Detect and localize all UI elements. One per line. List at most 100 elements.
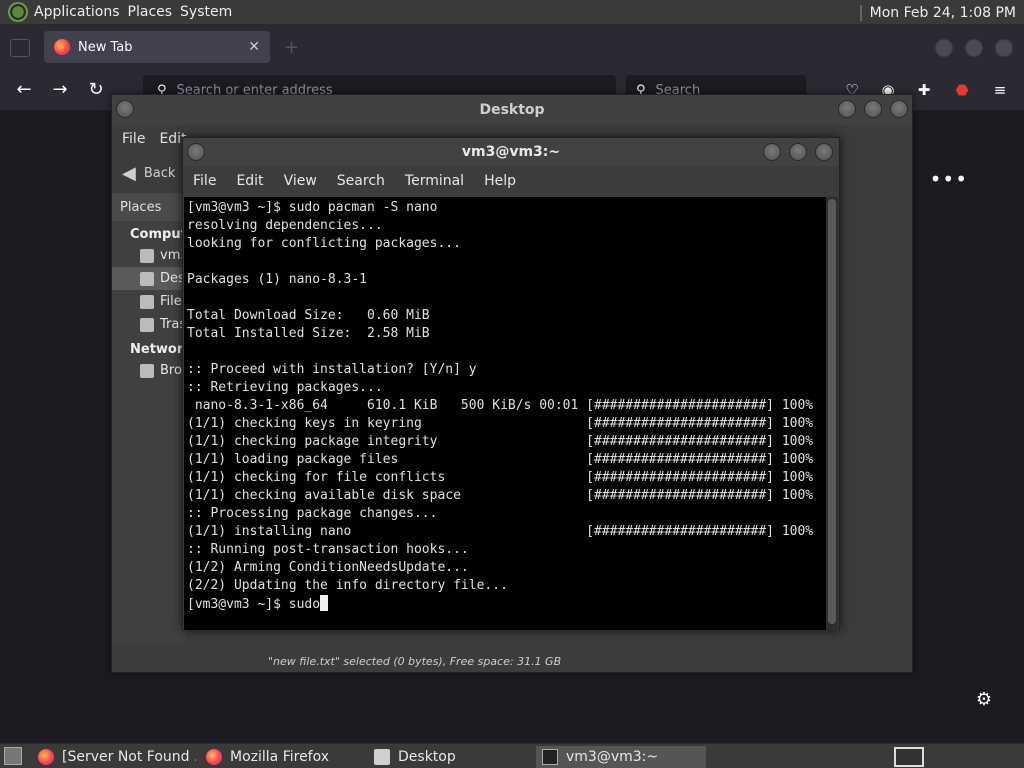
terminal-line: nano-8.3-1-x86_64 610.1 KiB 500 KiB/s 00…: [187, 398, 814, 413]
menu-help[interactable]: Help: [484, 173, 516, 189]
menu-file[interactable]: File: [193, 173, 216, 189]
places-menu[interactable]: Places: [128, 4, 181, 20]
terminal-line: :: Processing package changes...: [187, 506, 438, 521]
taskbar-item-desktop[interactable]: Desktop: [368, 746, 532, 768]
maximize-icon[interactable]: [965, 39, 983, 57]
taskbar-item-label: Desktop: [398, 749, 456, 765]
menu-edit[interactable]: Edit: [236, 173, 263, 189]
taskbar-item-label: [Server Not Found ...: [62, 749, 196, 765]
firefox-icon: [38, 749, 54, 765]
file-manager-title: Desktop: [479, 102, 545, 118]
applications-menu[interactable]: Applications: [34, 4, 128, 20]
terminal-prompt-line: [vm3@vm3 ~]$ sudo: [187, 595, 827, 613]
terminal-line: Total Installed Size: 2.58 MiB: [187, 326, 430, 341]
terminal-line: Packages (1) nano-8.3-1: [187, 272, 368, 287]
extensions-icon[interactable]: ✚: [912, 78, 936, 102]
top-menu: Applications Places System: [0, 0, 240, 24]
show-desktop-icon[interactable]: [4, 747, 22, 765]
terminal-icon: [542, 749, 558, 765]
back-button-label[interactable]: Back: [144, 166, 176, 181]
terminal-line: :: Proceed with installation? [Y/n] y: [187, 362, 477, 377]
terminal-menubar: File Edit View Search Terminal Help: [183, 166, 839, 196]
workspace-switcher[interactable]: [894, 747, 924, 767]
tab-title: New Tab: [78, 39, 133, 55]
hamburger-menu-icon[interactable]: ≡: [988, 78, 1012, 102]
firefox-tab-new-tab[interactable]: New Tab ✕: [44, 31, 270, 63]
forward-arrow-icon[interactable]: →: [48, 78, 72, 102]
terminal-prompt: [vm3@vm3 ~]$ sudo: [187, 597, 321, 612]
network-group-label: Network: [130, 342, 192, 357]
sidebar-item-filesystem[interactable]: File System: [112, 290, 186, 313]
menu-view[interactable]: View: [284, 173, 317, 189]
close-window-icon[interactable]: [995, 39, 1013, 57]
terminal-line: :: Retrieving packages...: [187, 380, 383, 395]
minimize-icon[interactable]: [763, 143, 781, 161]
menu-file[interactable]: File: [122, 131, 145, 147]
window-menu-icon[interactable]: [116, 100, 134, 118]
terminal-window: vm3@vm3:~ File Edit View Search Terminal…: [182, 137, 840, 630]
scrollbar-thumb[interactable]: [828, 199, 836, 624]
terminal-line: Total Download Size: 0.60 MiB: [187, 308, 430, 323]
sidebar-item-trash[interactable]: Trash: [112, 313, 186, 336]
desktop-folder-icon: [140, 271, 154, 286]
terminal-output[interactable]: [vm3@vm3 ~]$ sudo pacman -S nano resolvi…: [184, 197, 827, 630]
maximize-icon[interactable]: [864, 100, 882, 118]
network-icon: [140, 363, 154, 378]
home-folder-icon: [140, 248, 154, 263]
maximize-icon[interactable]: [789, 143, 807, 161]
back-arrow-icon[interactable]: ◀: [122, 163, 136, 184]
drive-icon: [140, 294, 154, 309]
gear-icon[interactable]: ⚙: [976, 689, 992, 710]
firefox-tabbar: New Tab ✕ +: [0, 25, 1024, 70]
terminal-line: (1/1) checking keys in keyring [########…: [187, 416, 814, 431]
close-window-icon[interactable]: [815, 143, 833, 161]
mate-logo-icon[interactable]: [8, 2, 28, 22]
file-manager-icon: [374, 749, 390, 765]
panel-clock[interactable]: Mon Feb 24, 1:08 PM: [859, 0, 1016, 25]
terminal-line: looking for conflicting packages...: [187, 236, 461, 251]
close-window-icon[interactable]: [890, 100, 908, 118]
taskbar-item-terminal[interactable]: vm3@vm3:~: [536, 746, 706, 768]
terminal-titlebar[interactable]: vm3@vm3:~: [183, 138, 839, 166]
places-header[interactable]: Places: [112, 193, 186, 221]
terminal-line: (1/1) checking package integrity [######…: [187, 434, 814, 449]
minimize-icon[interactable]: [935, 39, 953, 57]
sidebar-item-desktop[interactable]: Desktop: [112, 267, 186, 290]
window-menu-icon[interactable]: [187, 143, 205, 161]
sidebar-item-browse-network[interactable]: Browse Network: [112, 359, 186, 382]
terminal-line: (1/1) installing nano [#################…: [187, 524, 814, 539]
minimize-icon[interactable]: [838, 100, 856, 118]
terminal-line: (2/2) Updating the info directory file..…: [187, 578, 508, 593]
terminal-line: (1/1) loading package files [###########…: [187, 452, 814, 467]
taskbar-item-mozilla-firefox[interactable]: Mozilla Firefox: [200, 746, 364, 768]
terminal-line: :: Running post-transaction hooks...: [187, 542, 469, 557]
ublock-icon[interactable]: ⬣: [950, 78, 974, 102]
taskbar-item-server-not-found[interactable]: [Server Not Found ...: [32, 746, 196, 768]
new-tab-icon[interactable]: +: [284, 37, 299, 58]
tab-close-icon[interactable]: ✕: [248, 39, 260, 55]
back-arrow-icon[interactable]: ←: [12, 78, 36, 102]
bottom-taskbar: [Server Not Found ... Mozilla Firefox De…: [0, 743, 1024, 768]
panel-separator: [859, 4, 862, 21]
file-manager-titlebar[interactable]: Desktop: [112, 95, 912, 125]
trash-icon: [140, 317, 154, 332]
terminal-cursor: [320, 595, 329, 611]
terminal-line: (1/1) checking for file conflicts [#####…: [187, 470, 814, 485]
menu-search[interactable]: Search: [337, 173, 385, 189]
sidebar-item-home[interactable]: vm3: [112, 244, 186, 267]
more-options-icon[interactable]: •••: [930, 167, 968, 191]
terminal-line: resolving dependencies...: [187, 218, 383, 233]
reload-icon[interactable]: ↻: [84, 78, 108, 102]
tab-overview-icon[interactable]: [10, 39, 30, 57]
system-menu[interactable]: System: [180, 4, 240, 20]
clock-text: Mon Feb 24, 1:08 PM: [869, 4, 1016, 21]
computer-group-label: Computer: [130, 227, 203, 242]
menu-terminal[interactable]: Terminal: [405, 173, 464, 189]
terminal-line: (1/1) checking available disk space [###…: [187, 488, 814, 503]
top-panel: Applications Places System Mon Feb 24, 1…: [0, 0, 1024, 25]
terminal-scrollbar[interactable]: [826, 197, 838, 630]
terminal-line: [vm3@vm3 ~]$ sudo pacman -S nano: [187, 200, 438, 215]
